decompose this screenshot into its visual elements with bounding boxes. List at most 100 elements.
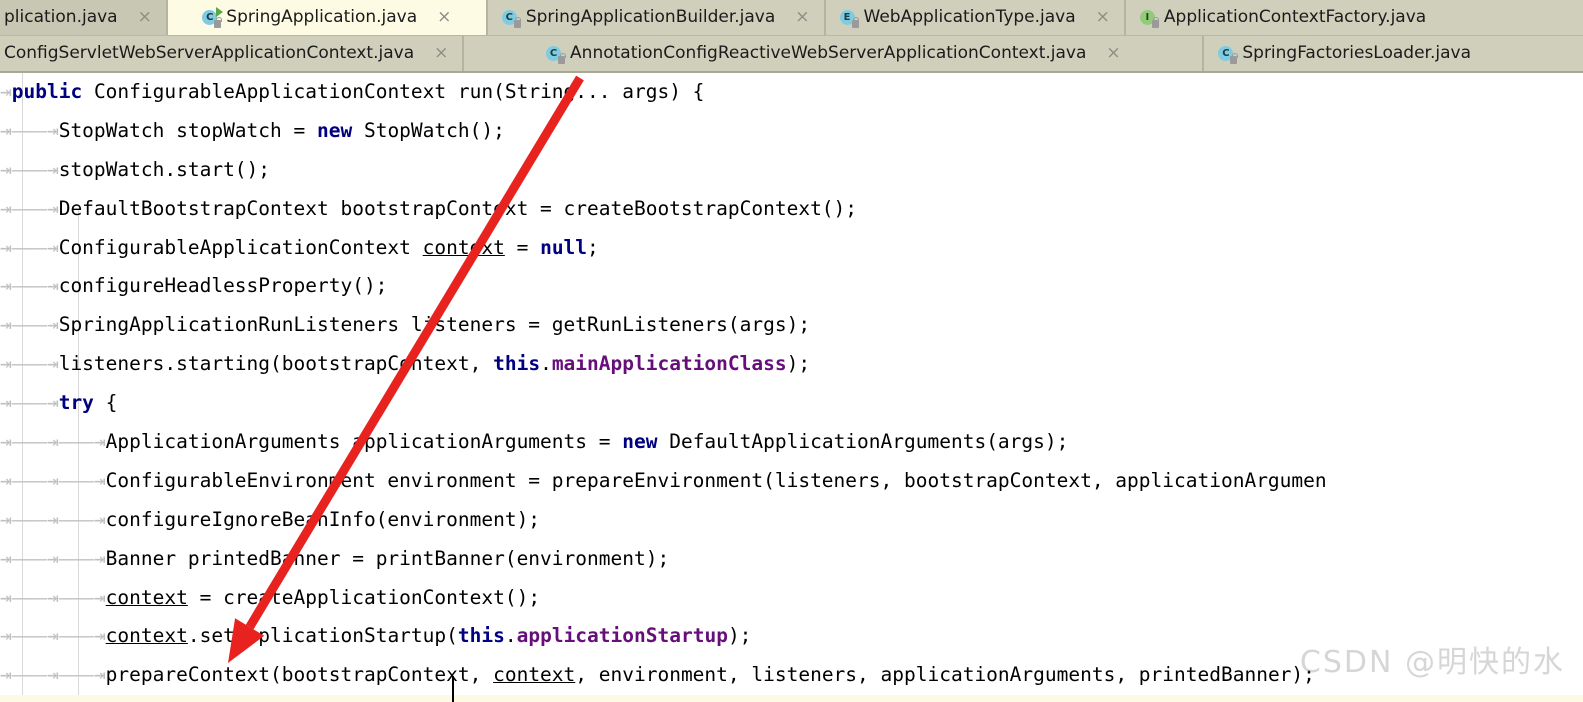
- code-token: Banner printedBanner = printBanner(envir…: [105, 546, 670, 570]
- indent-guide: ⇥———⇥———⇥: [0, 585, 106, 609]
- tab-webapplicationtype-java[interactable]: E WebApplicationType.java ×: [825, 0, 1126, 35]
- indent-guide: ⇥———⇥: [0, 118, 59, 142]
- code-token-und: context: [105, 624, 188, 648]
- code-token: );: [727, 624, 752, 648]
- code-line[interactable]: ⇥———⇥———⇥context = createApplicationCont…: [0, 579, 1583, 618]
- code-token: SpringApplicationRunListeners listeners …: [58, 313, 811, 337]
- tab-label: SpringApplication.java: [226, 7, 418, 27]
- tab-close-icon[interactable]: ×: [138, 9, 152, 26]
- tab-annotationconfigreactivewebserverapplicationcontext-java[interactable]: C AnnotationConfigReactiveWebServerAppli…: [464, 36, 1205, 71]
- indent-guide: ⇥———⇥: [0, 196, 59, 220]
- tab-label: WebApplicationType.java: [863, 7, 1076, 27]
- code-token-fld: applicationStartup: [516, 624, 728, 648]
- tab-plication-java[interactable]: plication.java ×: [0, 0, 168, 35]
- code-token-kw: this: [493, 352, 541, 376]
- code-token-kw: new: [622, 430, 658, 454]
- code-line[interactable]: ⇥———⇥———⇥ConfigurableEnvironment environ…: [0, 462, 1583, 501]
- code-token-kw: public: [11, 80, 83, 103]
- code-line[interactable]: ⇥———⇥listeners.starting(bootstrapContext…: [0, 345, 1583, 384]
- tab-springapplication-java[interactable]: C SpringApplication.java ×: [167, 0, 488, 35]
- code-line[interactable]: ⇥public ConfigurableApplicationContext r…: [0, 73, 1583, 112]
- tab-close-icon[interactable]: ×: [1096, 9, 1110, 26]
- text-caret: [452, 676, 454, 702]
- tab-close-icon[interactable]: ×: [1106, 45, 1120, 62]
- tab-close-icon[interactable]: ×: [795, 9, 809, 26]
- class-runnable-icon: C: [202, 6, 224, 28]
- indent-guide: ⇥———⇥———⇥: [0, 507, 106, 531]
- code-line[interactable]: ⇥———⇥———⇥context.setApplicationStartup(t…: [0, 617, 1583, 656]
- editor-tab-bar-row-2[interactable]: ConfigServletWebServerApplicationContext…: [0, 36, 1583, 73]
- code-line[interactable]: ⇥———⇥ConfigurableApplicationContext cont…: [0, 229, 1583, 268]
- indent-guide: ⇥———⇥———⇥: [0, 546, 106, 570]
- indent-guide: ⇥———⇥: [0, 391, 59, 415]
- indent-guide: ⇥———⇥: [0, 157, 59, 181]
- indent-guide: ⇥———⇥———⇥: [0, 663, 106, 687]
- enum-icon: E: [839, 9, 860, 28]
- code-line[interactable]: ⇥———⇥try {: [0, 384, 1583, 423]
- tab-applicationcontextfactory-java[interactable]: I ApplicationContextFactory.java: [1125, 0, 1441, 35]
- interface-icon: I: [1139, 9, 1160, 28]
- tab-label: SpringApplicationBuilder.java: [525, 7, 776, 27]
- tab-springapplicationbuilder-java[interactable]: C SpringApplicationBuilder.java ×: [487, 0, 826, 35]
- code-line[interactable]: ⇥———⇥———⇥configureIgnoreBeanInfo(environ…: [0, 501, 1583, 540]
- code-token: ApplicationArguments applicationArgument…: [105, 430, 623, 454]
- code-token: listeners.starting(bootstrapContext,: [58, 352, 494, 376]
- tab-springfactoriesloader-java[interactable]: C SpringFactoriesLoader.java: [1204, 36, 1485, 71]
- code-token-und: context: [422, 235, 505, 259]
- code-token: prepareContext(bootstrapContext,: [105, 663, 494, 687]
- code-token-kw: null: [540, 235, 588, 259]
- indent-guide: ⇥———⇥: [0, 313, 59, 337]
- code-token: = createApplicationContext();: [187, 585, 541, 609]
- tab-label: plication.java: [4, 7, 118, 27]
- indent-guide: ⇥———⇥———⇥: [0, 624, 106, 648]
- class-icon: C: [501, 9, 522, 28]
- code-line[interactable]: ⇥———⇥stopWatch.start();: [0, 151, 1583, 190]
- code-token-und: context: [105, 585, 188, 609]
- code-line[interactable]: ⇥———⇥———⇥prepareContext(bootstrapContext…: [0, 656, 1583, 695]
- tab-label: SpringFactoriesLoader.java: [1242, 43, 1471, 63]
- code-token: .: [504, 624, 517, 648]
- code-token: .setApplicationStartup(: [187, 624, 458, 648]
- code-token: DefaultBootstrapContext bootstrapContext…: [58, 196, 858, 220]
- indent-guide: ⇥———⇥———⇥: [0, 430, 106, 454]
- code-line[interactable]: ⇥———⇥———⇥ApplicationArguments applicatio…: [0, 423, 1583, 462]
- indent-guide: ⇥: [0, 80, 12, 103]
- code-token: ConfigurableApplicationContext: [58, 235, 423, 259]
- indent-guide: ⇥———⇥: [0, 352, 59, 376]
- code-token-fld: mainApplicationClass: [551, 352, 787, 376]
- code-token: configureHeadlessProperty();: [58, 274, 388, 298]
- tab-close-icon[interactable]: ×: [434, 45, 448, 62]
- tab-close-icon[interactable]: ×: [437, 9, 451, 26]
- code-token-und: context: [493, 663, 576, 687]
- code-token: );: [786, 352, 811, 376]
- code-token: StopWatch stopWatch =: [58, 118, 317, 142]
- code-token: ConfigurableEnvironment environment = pr…: [105, 468, 1327, 492]
- code-editor[interactable]: ⇥public ConfigurableApplicationContext r…: [0, 73, 1583, 702]
- code-token: stopWatch.start();: [58, 157, 271, 181]
- indent-guide: ⇥———⇥———⇥: [0, 468, 106, 492]
- code-token: .: [540, 352, 552, 376]
- tab-configservletwebserverapplicationcontext-java[interactable]: ConfigServletWebServerApplicationContext…: [0, 36, 465, 71]
- code-line[interactable]: ⇥———⇥StopWatch stopWatch = new StopWatch…: [0, 112, 1583, 151]
- tab-label: AnnotationConfigReactiveWebServerApplica…: [570, 43, 1087, 63]
- code-token-kw: new: [316, 118, 353, 142]
- indent-guide: ⇥———⇥: [0, 235, 59, 259]
- tab-label: ConfigServletWebServerApplicationContext…: [4, 43, 415, 63]
- code-token: ConfigurableApplicationContext run(Strin…: [82, 80, 705, 103]
- code-line[interactable]: ⇥———⇥———⇥Banner printedBanner = printBan…: [0, 540, 1583, 579]
- tab-label: ApplicationContextFactory.java: [1163, 7, 1427, 27]
- code-token: DefaultApplicationArguments(args);: [657, 430, 1069, 454]
- code-token-kw: this: [457, 624, 505, 648]
- code-token: , environment, listeners, applicationArg…: [575, 663, 1315, 687]
- code-token: ;: [587, 235, 599, 259]
- code-line[interactable]: ⇥———⇥DefaultBootstrapContext bootstrapCo…: [0, 190, 1583, 229]
- source-code-text[interactable]: ⇥public ConfigurableApplicationContext r…: [0, 73, 1583, 702]
- indent-guide: ⇥———⇥: [0, 274, 59, 298]
- code-line[interactable]: ⇥———⇥configureHeadlessProperty();: [0, 267, 1583, 306]
- editor-tab-bar-row-1[interactable]: plication.java × C SpringApplication.jav…: [0, 0, 1583, 36]
- code-token: {: [93, 391, 118, 415]
- code-token: StopWatch();: [352, 118, 505, 142]
- code-token-kw: try: [58, 391, 94, 415]
- class-icon: C: [1218, 45, 1238, 64]
- code-line[interactable]: ⇥———⇥SpringApplicationRunListeners liste…: [0, 306, 1583, 345]
